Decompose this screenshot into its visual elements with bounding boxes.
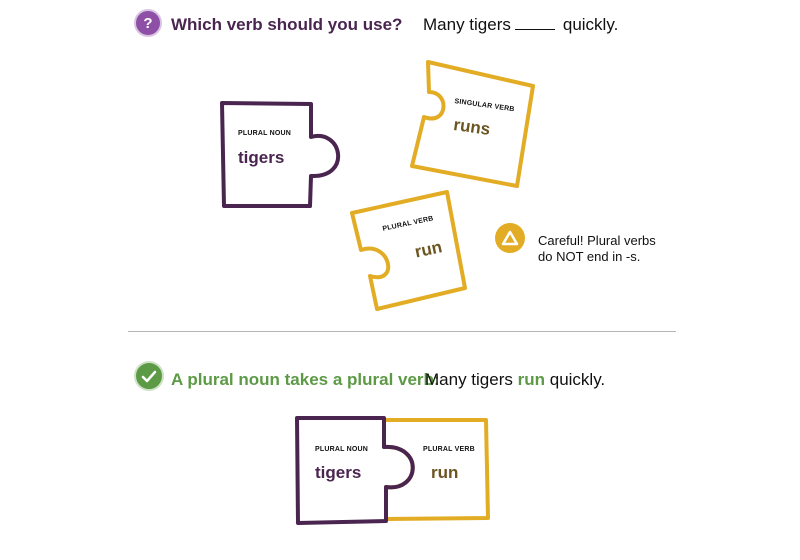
- warning-line-1: Careful! Plural verbs: [538, 233, 656, 248]
- section-divider: [128, 331, 676, 332]
- bottom-plural-noun-label: PLURAL NOUN: [315, 446, 369, 453]
- bottom-plural-noun-word: tigers: [315, 463, 362, 482]
- plural-noun-word: tigers: [238, 148, 285, 167]
- answer-sentence-end: quickly.: [549, 370, 606, 389]
- answer-sentence: Many tigers run quickly.: [425, 370, 605, 390]
- checkmark-glyph: [141, 370, 157, 382]
- warning-text: Careful! Plural verbs do NOT end in -s.: [538, 233, 656, 265]
- answer-sentence-start: Many tigers: [425, 370, 513, 389]
- answer-rule: A plural noun takes a plural verb:: [171, 370, 440, 389]
- warning-line-2: do NOT end in -s.: [538, 249, 641, 264]
- puzzle-pieces-layer: [220, 60, 535, 525]
- plural-verb-piece-shape: [350, 190, 467, 311]
- plural-noun-label: PLURAL NOUN: [238, 130, 292, 137]
- check-icon: [134, 361, 164, 391]
- bottom-plural-verb-label: PLURAL VERB: [423, 446, 475, 453]
- bottom-plural-verb-word: run: [431, 463, 459, 482]
- warning-triangle-icon: [495, 223, 525, 253]
- answer-verb: run: [517, 370, 545, 389]
- warning-triangle-glyph: [501, 230, 519, 246]
